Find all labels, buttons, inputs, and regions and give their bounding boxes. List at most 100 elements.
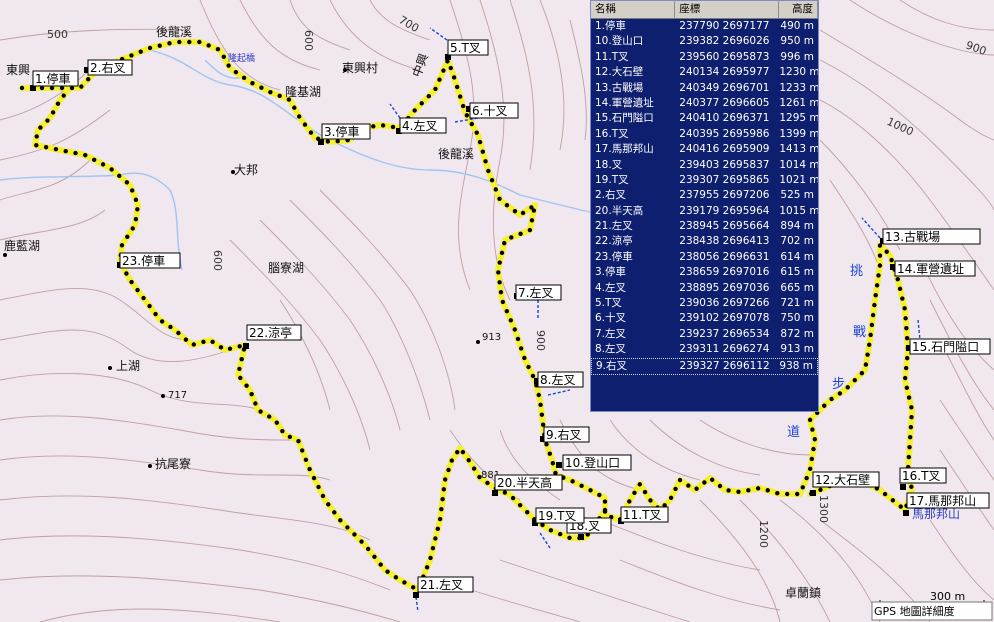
table-row[interactable]: 5.T叉 239036 2697266 721 m [591,296,818,311]
waypoint-2-label: 2.右叉 [90,60,125,75]
table-row[interactable]: 16.T叉 240395 2695986 1399 m [591,127,818,142]
waypoint-14-label: 14.軍營遺址 [897,261,964,276]
cell-alt: 702 m [780,235,815,248]
waypoint-6[interactable]: 6.十叉 [466,102,519,119]
table-row[interactable]: 15.石門隘口 240410 2696371 1295 m [591,111,818,126]
track-point [325,139,331,144]
challenge-char-3: 步 [832,377,845,392]
waypoint-3-label: 3.停車 [324,124,359,139]
table-row[interactable]: 23.停車 238056 2696631 614 m [591,250,818,265]
waypoint-13-label: 13.古戰場 [885,229,940,244]
track-point [19,85,25,91]
table-row[interactable]: 14.軍營遺址 240377 2696605 1261 m [591,96,818,111]
cell-alt: 721 m [780,297,815,310]
track-point [191,342,197,347]
track-point [320,493,326,499]
track-point [338,518,343,523]
track-point [909,415,914,420]
cell-coord: 239311 2696274 [679,343,770,356]
header-coord[interactable]: 座標 [675,1,780,18]
track-point [904,336,910,341]
waypoint-8[interactable]: 8.左叉 [534,371,584,388]
waypoint-10[interactable]: 10.登山口 [556,454,632,471]
table-row[interactable]: 7.左叉 239237 2696534 872 m [591,327,818,342]
waypoint-table[interactable]: 名稱 座標 高度 1.停車 237790 2697177 490 m 10.登山口 23… [590,0,819,412]
table-row[interactable]: 8.左叉 239311 2696274 913 m [591,342,818,357]
table-row[interactable]: 9.右叉 239327 2696112 938 m [591,357,818,375]
cell-name: 3.停車 [595,266,627,279]
table-row[interactable]: 4.左叉 238895 2697036 665 m [591,281,818,296]
place-zhuolan-town: 卓蘭鎮 [785,585,821,600]
track-point [38,125,43,130]
track-point [437,516,443,522]
waypoint-22-label: 22.涼亭 [249,325,292,340]
waypoint-19[interactable]: 19.T叉 [532,507,585,526]
table-row[interactable]: 20.半天高 239179 2695964 1015 m [591,204,818,219]
waypoint-9-label: 9.右叉 [546,427,581,442]
table-row[interactable]: 1.停車 237790 2697177 490 m [591,19,818,34]
track-point [512,327,517,332]
track-point [335,139,340,144]
table-row[interactable]: 13.古戰場 240349 2696701 1233 m [591,81,818,96]
track-point [694,486,699,491]
track-point [522,355,527,361]
table-row[interactable]: 6.十叉 239102 2697078 750 m [591,311,818,326]
track-point [904,355,910,361]
table-row[interactable]: 10.登山口 239382 2696026 950 m [591,34,818,49]
table-row[interactable]: 19.T叉 239307 2695865 1021 m [591,173,818,188]
track-point [176,330,181,336]
track-point [668,495,674,501]
waypoint-11[interactable]: 11.T叉 [618,506,669,524]
cell-coord: 240416 2695909 [679,143,770,156]
place-kangwei-liao: 抗尾寮 [155,456,191,471]
table-row[interactable]: 11.T叉 239560 2695873 996 m [591,50,818,65]
spot-717: 717 [168,390,187,401]
track-point [906,395,912,400]
track-point [147,45,153,51]
track-point [804,475,809,481]
waypoint-17-label: 17.馬那邦山 [909,494,976,508]
track-point [277,93,282,99]
waypoint-19-label: 19.T叉 [538,509,576,523]
table-row[interactable]: 18.叉 239403 2695837 1014 m [591,158,818,173]
cell-coord: 239382 2696026 [679,35,770,48]
track-point [451,75,457,80]
header-alt[interactable]: 高度 [779,1,818,18]
track-point [440,497,445,502]
table-row[interactable]: 17.馬那邦山 240416 2695909 1413 m [591,142,818,157]
track-point [898,504,903,509]
header-name[interactable]: 名稱 [591,1,676,18]
track-point [466,458,471,463]
cell-name: 14.軍營遺址 [595,96,654,109]
waypoint-15[interactable]: 15.石門隘口 [906,338,991,355]
waypoint-23[interactable]: 23.停車 [117,252,181,269]
table-row[interactable]: 2.右叉 237955 2697206 525 m [591,188,818,203]
track-point [525,510,530,515]
waypoint-13[interactable]: 13.古戰場 [880,228,981,245]
waypoint-2[interactable]: 2.右叉 [84,59,133,76]
track-point [493,187,498,192]
cell-alt: 913 m [780,343,815,356]
track-point [244,383,249,388]
track-point [807,417,813,423]
track-point [902,306,907,311]
topographic-map[interactable]: 後龍溪 東興村 隆基湖 大邦 後龍溪 腦寮湖 鹿藍湖 上湖 抗尾寮 卓蘭鎮 東興… [0,0,994,622]
table-row[interactable]: 22.涼亭 238438 2696413 702 m [591,234,818,249]
table-row[interactable]: 21.左叉 238945 2695664 894 m [591,219,818,234]
table-row[interactable]: 12.大石壁 240134 2695977 1230 m [591,65,818,80]
waypoint-4[interactable]: 4.左叉 [396,117,447,134]
cell-alt: 1399 m [779,127,819,140]
cell-name: 20.半天高 [595,204,644,217]
track-point [372,554,377,559]
cell-alt: 525 m [780,189,815,202]
track-point [906,454,912,460]
track-point [845,385,850,390]
track-point [365,546,371,552]
track-point [518,231,523,236]
table-row[interactable]: 3.停車 238659 2697016 615 m [591,265,818,280]
waypoint-9[interactable]: 9.右叉 [540,426,590,443]
track-point [544,442,549,447]
waypoint-7[interactable]: 7.左叉 [514,284,562,301]
waypoint-14[interactable]: 14.軍營遺址 [890,260,976,277]
track-point [412,108,417,113]
